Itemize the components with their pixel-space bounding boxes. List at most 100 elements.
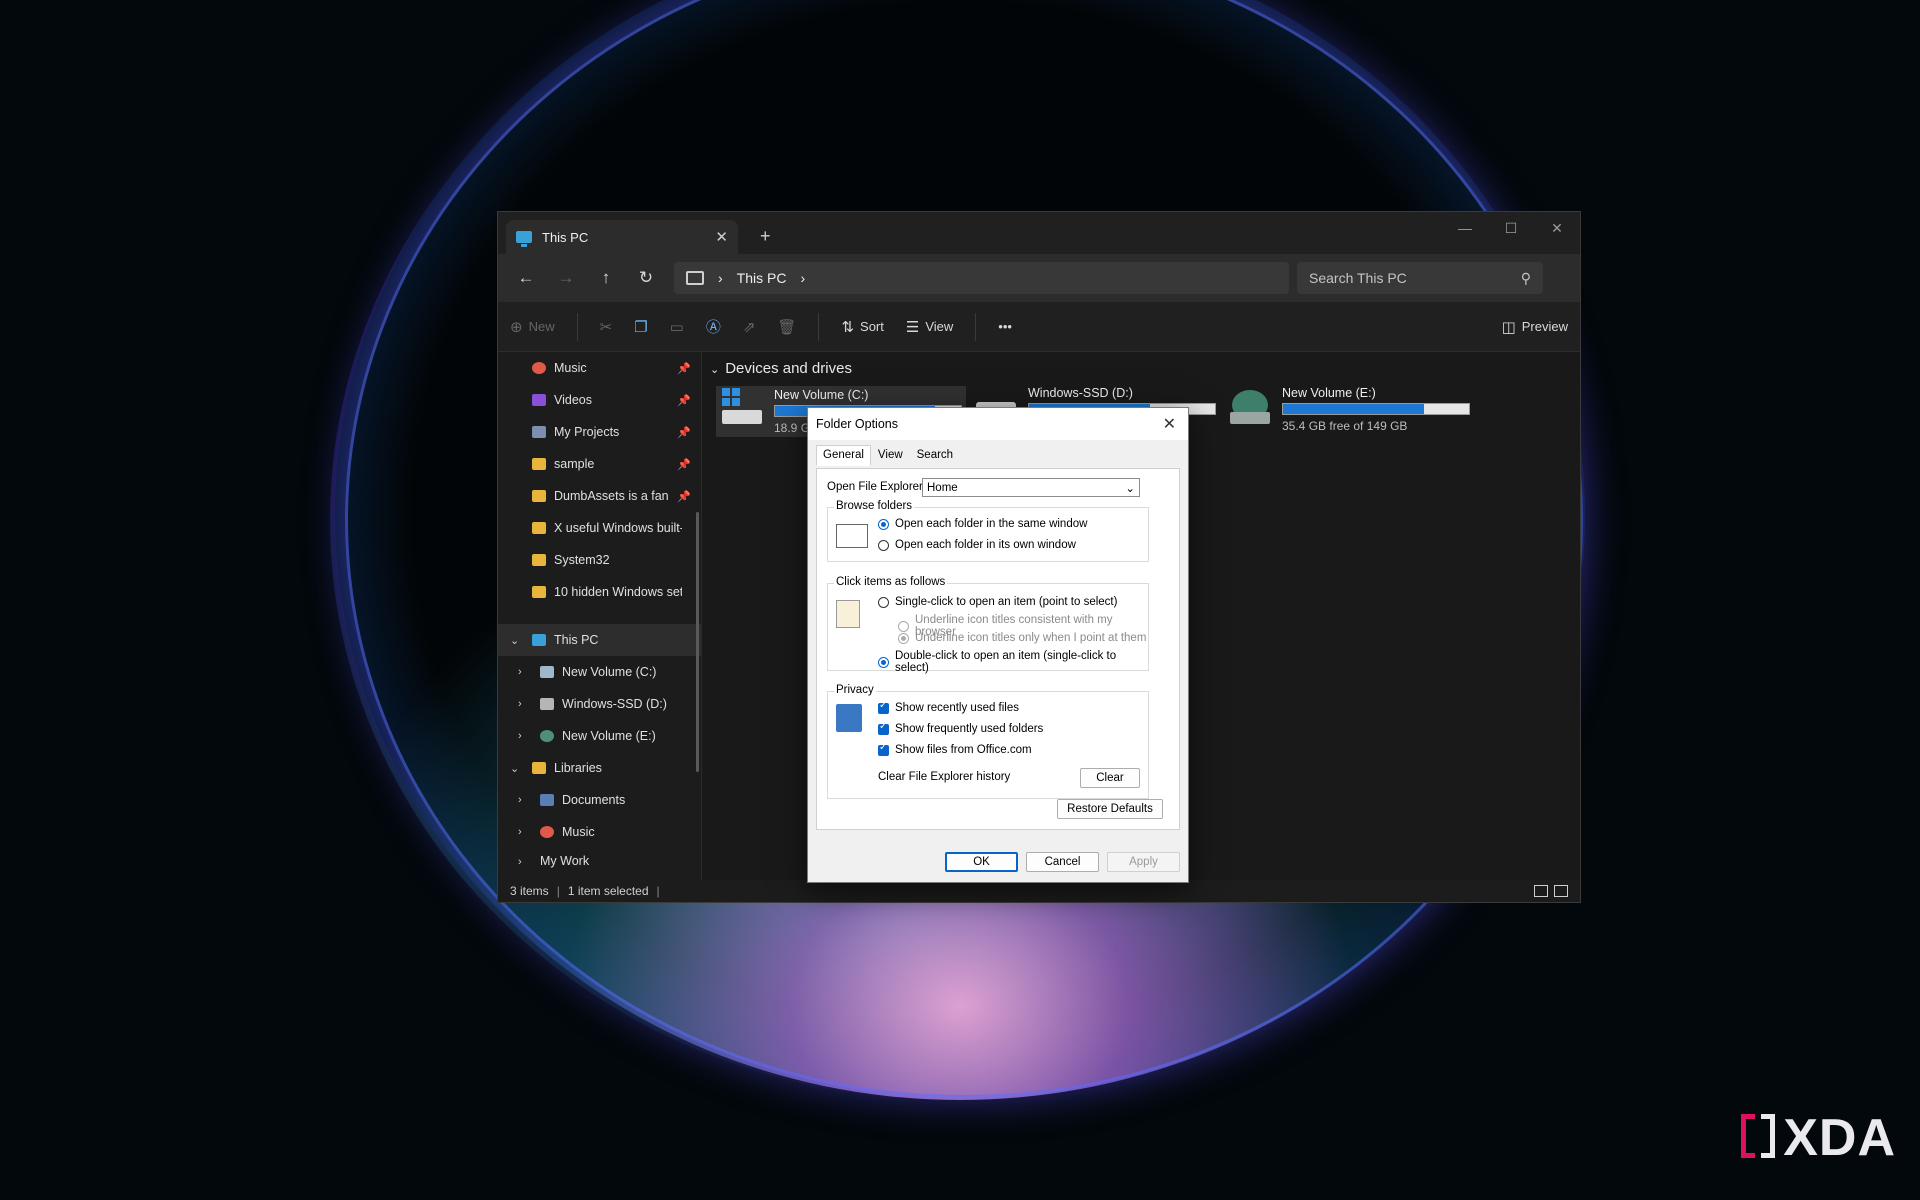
pin-icon: 📌 <box>677 458 691 471</box>
restore-defaults-button[interactable]: Restore Defaults <box>1057 799 1163 819</box>
tab-general[interactable]: General <box>816 445 871 466</box>
sidebar-item-drive-c[interactable]: › New Volume (C:) <box>498 656 701 688</box>
option-label: Show files from Office.com <box>895 744 1032 756</box>
paste-button[interactable]: ▭ <box>670 318 684 336</box>
single-click-option[interactable]: Single-click to open an item (point to s… <box>878 596 1117 608</box>
pin-icon: 📌 <box>677 394 691 407</box>
option-label: Double-click to open an item (single-cli… <box>895 650 1117 674</box>
this-pc-icon <box>516 231 532 247</box>
sidebar-item-hidden-windows[interactable]: 10 hidden Windows setti <box>498 576 701 608</box>
up-button[interactable]: ↑ <box>586 268 626 288</box>
copy-button[interactable]: ❐ <box>634 318 647 336</box>
share-button[interactable]: ⇗ <box>743 318 756 336</box>
documents-icon <box>540 794 554 806</box>
folder-icon <box>532 490 546 502</box>
more-options-button[interactable]: ••• <box>998 319 1012 334</box>
sidebar-item-label: Music <box>554 361 587 375</box>
checkbox-recent-files[interactable] <box>878 700 889 714</box>
double-click-option[interactable]: Double-click to open an item (single-cli… <box>878 650 1148 674</box>
maximize-button[interactable]: ☐ <box>1488 212 1534 244</box>
tiles-view-icon[interactable] <box>1554 885 1568 897</box>
forward-button[interactable]: → <box>546 268 586 288</box>
underline-point-option[interactable]: Underline icon titles only when I point … <box>898 632 1146 644</box>
chevron-right-icon[interactable]: › <box>518 730 522 742</box>
click-items-group: Click items as follows Single-click to o… <box>827 576 1149 674</box>
sidebar-item-my-work[interactable]: › My Work <box>498 848 701 868</box>
checkbox-office-files[interactable] <box>878 742 889 756</box>
close-icon[interactable]: ✕ <box>1163 414 1180 434</box>
divider: | <box>656 884 660 898</box>
back-button[interactable]: ← <box>506 268 546 288</box>
sidebar-item-library-music[interactable]: › Music <box>498 816 701 848</box>
sidebar-item-this-pc[interactable]: ⌄ This PC <box>498 624 701 656</box>
new-tab-button[interactable]: + <box>760 226 771 247</box>
sidebar-item-sample[interactable]: sample 📌 <box>498 448 701 480</box>
drive-e-tile[interactable]: New Volume (E:) 35.4 GB free of 149 GB <box>1228 386 1470 433</box>
checkbox-frequent-folders[interactable] <box>878 721 889 735</box>
click-items-legend: Click items as follows <box>834 576 948 588</box>
sidebar-item-documents[interactable]: › Documents <box>498 784 701 816</box>
radio-underline-point[interactable] <box>898 632 909 644</box>
refresh-button[interactable]: ↻ <box>626 268 666 288</box>
chevron-right-icon[interactable]: › <box>518 666 522 678</box>
sidebar-item-useful-windows[interactable]: X useful Windows built-i <box>498 512 701 544</box>
sidebar-item-system32[interactable]: System32 <box>498 544 701 576</box>
ok-button[interactable]: OK <box>945 852 1018 872</box>
cancel-button[interactable]: Cancel <box>1026 852 1099 872</box>
search-box[interactable]: Search This PC ⚲ <box>1297 262 1543 294</box>
radio-double-click[interactable] <box>878 656 889 668</box>
apply-button[interactable]: Apply <box>1107 852 1180 872</box>
recent-files-option[interactable]: Show recently used files <box>878 700 1019 714</box>
breadcrumb-chevron-icon[interactable]: › <box>718 270 723 286</box>
drive-body <box>722 410 762 424</box>
details-view-icon[interactable] <box>1534 885 1548 897</box>
section-header-devices[interactable]: ⌄ Devices and drives <box>710 360 852 377</box>
close-window-button[interactable]: ✕ <box>1534 212 1580 244</box>
frequent-folders-option[interactable]: Show frequently used folders <box>878 721 1043 735</box>
chevron-right-icon[interactable]: › <box>518 698 522 710</box>
sort-button[interactable]: ⇅ Sort <box>841 318 883 336</box>
office-files-option[interactable]: Show files from Office.com <box>878 742 1032 756</box>
xda-logo-text: XDA <box>1783 1109 1896 1167</box>
sidebar-item-dumbassets[interactable]: DumbAssets is a fanta 📌 <box>498 480 701 512</box>
open-to-dropdown[interactable]: Home ⌄ <box>922 478 1140 497</box>
tab-this-pc[interactable]: This PC ✕ <box>506 220 738 254</box>
tab-close-icon[interactable]: ✕ <box>715 228 728 246</box>
tab-search[interactable]: Search <box>910 445 960 466</box>
minimize-button[interactable]: — <box>1442 212 1488 244</box>
clear-history-button[interactable]: Clear <box>1080 768 1140 788</box>
new-button[interactable]: ⊕ New <box>510 318 555 336</box>
radio-own-window[interactable] <box>878 539 889 551</box>
address-bar[interactable]: › This PC › <box>674 262 1289 294</box>
more-label: ••• <box>998 319 1012 334</box>
tab-view[interactable]: View <box>871 445 910 466</box>
selection-count: 1 item selected <box>567 884 649 898</box>
sidebar-scrollbar[interactable] <box>696 512 699 772</box>
sidebar-item-videos[interactable]: Videos 📌 <box>498 384 701 416</box>
radio-same-window[interactable] <box>878 518 889 530</box>
sidebar-item-libraries[interactable]: ⌄ Libraries <box>498 752 701 784</box>
sidebar-item-my-projects[interactable]: My Projects 📌 <box>498 416 701 448</box>
radio-single-click[interactable] <box>878 596 889 608</box>
sidebar-item-drive-e[interactable]: › New Volume (E:) <box>498 720 701 752</box>
own-window-option[interactable]: Open each folder in its own window <box>878 539 1076 551</box>
chevron-down-icon[interactable]: ⌄ <box>510 634 519 647</box>
chevron-right-icon[interactable]: › <box>518 856 522 868</box>
rename-button[interactable]: Ⓐ <box>706 316 721 337</box>
sidebar-item-label: Windows-SSD (D:) <box>562 697 667 711</box>
radio-underline-browser[interactable] <box>898 620 909 632</box>
breadcrumb-chevron-icon[interactable]: › <box>800 270 805 286</box>
chevron-right-icon[interactable]: › <box>518 794 522 806</box>
view-button[interactable]: ☰ View <box>906 318 953 336</box>
sidebar-item-music[interactable]: Music 📌 <box>498 352 701 384</box>
cut-button[interactable]: ✂ <box>600 318 613 336</box>
navigation-pane: Music 📌 Videos 📌 My Projects 📌 sample 📌 Dumb… <box>498 352 702 880</box>
preview-pane-button[interactable]: ◫ Preview <box>1502 318 1568 336</box>
delete-button[interactable]: 🗑 <box>777 318 796 336</box>
same-window-option[interactable]: Open each folder in the same window <box>878 518 1087 530</box>
sort-label: Sort <box>860 319 884 334</box>
chevron-right-icon[interactable]: › <box>518 826 522 838</box>
chevron-down-icon[interactable]: ⌄ <box>510 762 519 775</box>
breadcrumb-this-pc[interactable]: This PC <box>737 270 787 286</box>
sidebar-item-drive-d[interactable]: › Windows-SSD (D:) <box>498 688 701 720</box>
